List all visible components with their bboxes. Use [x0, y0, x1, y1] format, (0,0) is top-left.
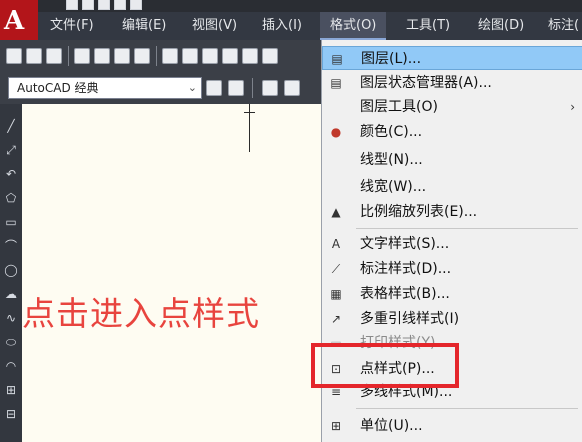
menu-item-layer-state-manager[interactable]: ▤ 图层状态管理器(A)...: [322, 71, 582, 95]
menu-item-units[interactable]: ⊞ 单位(U)...: [322, 414, 582, 438]
menu-item-multileader-style[interactable]: ↗ 多重引线样式(I): [322, 307, 582, 331]
scale-list-icon: ▲: [331, 205, 341, 219]
menu-bar: 文件(F) 编辑(E) 视图(V) 插入(I) 格式(O) 工具(T) 绘图(D…: [38, 12, 582, 40]
layers-icon: ▤: [331, 52, 343, 66]
workspace-value: AutoCAD 经典: [17, 81, 99, 95]
menu-item-layer-tools[interactable]: 图层工具(O) ›: [322, 95, 582, 119]
new-icon[interactable]: [6, 48, 22, 64]
construction-line-icon[interactable]: ⤢: [3, 142, 19, 158]
menu-separator: [356, 408, 578, 409]
toolbar-separator: [252, 78, 253, 98]
chevron-down-icon: ⌄: [187, 81, 197, 94]
spline-icon[interactable]: ∿: [3, 310, 19, 326]
3d-dwf-icon[interactable]: [134, 48, 150, 64]
ellipse-icon[interactable]: ⬭: [3, 334, 19, 350]
circle-icon[interactable]: ◯: [3, 262, 19, 278]
submenu-arrow-icon: ›: [570, 100, 575, 114]
annotation-caption: 点击进入点样式: [22, 294, 260, 333]
menu-dimension[interactable]: 标注(: [548, 12, 579, 40]
menu-item-text-style[interactable]: A 文字样式(S)...: [322, 232, 582, 256]
save-icon[interactable]: [98, 0, 110, 10]
crosshair-tick: [244, 112, 255, 113]
menu-item-lineweight[interactable]: 线宽(W)...: [322, 175, 582, 199]
text-style-icon: A: [331, 237, 341, 251]
open-file-icon[interactable]: [82, 0, 94, 10]
table-style-icon: ▦: [330, 287, 342, 301]
menu-separator: [356, 228, 578, 229]
print-icon[interactable]: [114, 0, 126, 10]
menu-edit[interactable]: 编辑(E): [122, 12, 166, 40]
menu-item-linetype[interactable]: 线型(N)...: [322, 148, 582, 172]
publish-icon[interactable]: [114, 48, 130, 64]
save-icon[interactable]: [46, 48, 62, 64]
open-icon[interactable]: [26, 48, 42, 64]
polyline-icon[interactable]: ↶: [3, 166, 19, 182]
drawing-canvas[interactable]: 点击进入点样式: [22, 104, 322, 442]
menu-item-table-style[interactable]: ▦ 表格样式(B)...: [322, 282, 582, 306]
rectangle-icon[interactable]: ▭: [3, 214, 19, 230]
annotation-highlight-box: [311, 343, 459, 388]
ellipse-arc-icon[interactable]: ◠: [3, 358, 19, 374]
match-properties-icon[interactable]: [222, 48, 238, 64]
copy-icon[interactable]: [182, 48, 198, 64]
units-icon: ⊞: [330, 419, 342, 433]
autocad-logo[interactable]: A: [0, 0, 38, 40]
color-wheel-icon: ●: [330, 125, 342, 139]
menu-item-dimension-style[interactable]: ⟋ 标注样式(D)...: [322, 257, 582, 281]
customize-icon[interactable]: [228, 80, 244, 96]
menu-insert[interactable]: 插入(I): [262, 12, 302, 40]
paste-icon[interactable]: [202, 48, 218, 64]
menu-item-color[interactable]: ● 颜色(C)...: [322, 120, 582, 144]
toolbar-separator: [68, 46, 69, 66]
title-bar: [0, 0, 582, 12]
cut-icon[interactable]: [162, 48, 178, 64]
menu-file[interactable]: 文件(F): [50, 12, 94, 40]
revision-cloud-icon[interactable]: ☁: [3, 286, 19, 302]
arc-icon[interactable]: ⌒: [3, 238, 19, 254]
menu-item-layer[interactable]: ▤ 图层(L)...: [322, 46, 582, 70]
make-block-icon[interactable]: ⊟: [3, 406, 19, 422]
draw-toolbar: ╱ ⤢ ↶ ⬠ ▭ ⌒ ◯ ☁ ∿ ⬭ ◠ ⊞ ⊟: [0, 104, 22, 442]
undo-icon[interactable]: [130, 0, 142, 10]
menu-item-scale-list[interactable]: ▲ 比例缩放列表(E)...: [322, 200, 582, 224]
toolbar-overflow-icon[interactable]: [262, 48, 278, 64]
dim-style-icon: ⟋: [331, 262, 341, 276]
block-editor-icon[interactable]: [242, 48, 258, 64]
plot-icon[interactable]: [74, 48, 90, 64]
menu-tools[interactable]: 工具(T): [406, 12, 450, 40]
workspace-dropdown[interactable]: AutoCAD 经典 ⌄: [8, 77, 202, 99]
menu-format[interactable]: 格式(O): [320, 12, 387, 40]
menu-view[interactable]: 视图(V): [192, 12, 237, 40]
mleader-style-icon: ↗: [330, 312, 342, 326]
workspace-settings-icon[interactable]: [206, 80, 222, 96]
new-file-icon[interactable]: [66, 0, 78, 10]
insert-block-icon[interactable]: ⊞: [3, 382, 19, 398]
layer-manager-icon[interactable]: [262, 80, 278, 96]
plot-preview-icon[interactable]: [94, 48, 110, 64]
toolbar-separator: [156, 46, 157, 66]
bulb-icon[interactable]: [284, 80, 300, 96]
polygon-icon[interactable]: ⬠: [3, 190, 19, 206]
line-icon[interactable]: ╱: [3, 118, 19, 134]
menu-draw[interactable]: 绘图(D): [478, 12, 524, 40]
layer-state-icon: ▤: [330, 76, 342, 90]
